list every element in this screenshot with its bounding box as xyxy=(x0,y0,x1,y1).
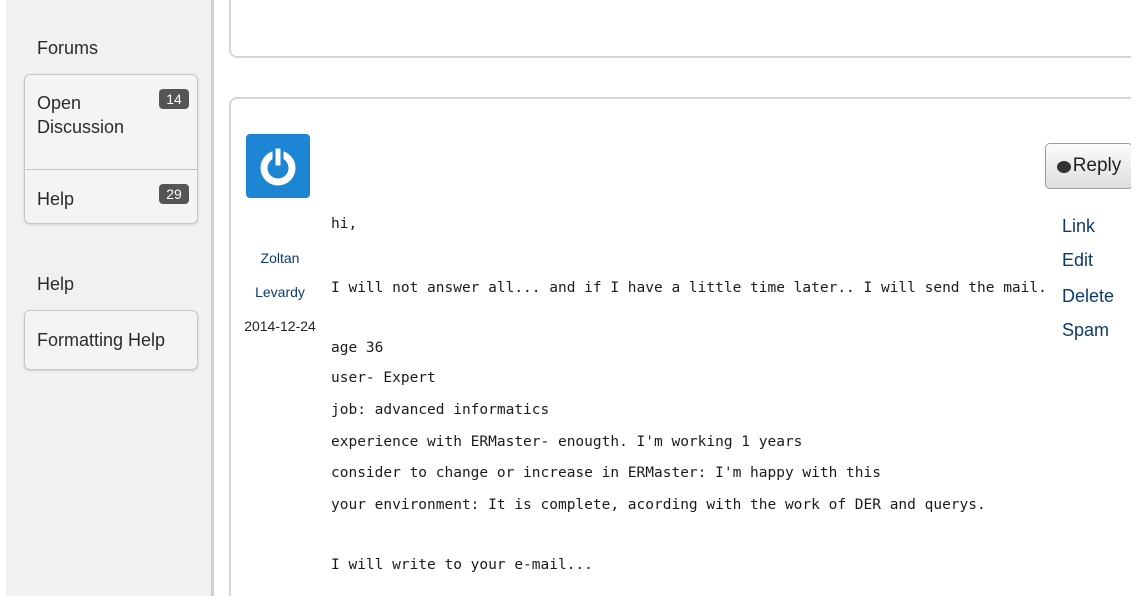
post-body-line: your environment: It is complete, acordi… xyxy=(331,497,986,513)
post-body-line: I will not answer all... and if I have a… xyxy=(331,280,1047,296)
link-action[interactable]: Link xyxy=(1062,216,1095,237)
edit-action[interactable]: Edit xyxy=(1062,250,1093,271)
power-icon xyxy=(260,145,296,186)
speech-bubble-icon xyxy=(1056,161,1071,173)
forums-heading: Forums xyxy=(37,38,99,58)
post-body-line: job: advanced informatics xyxy=(331,402,550,418)
app-frame: Forums Open Discussion 14 Help 29 Help F… xyxy=(6,0,1131,596)
forums-list: Open Discussion 14 Help 29 xyxy=(24,74,198,224)
count-badge: 14 xyxy=(159,89,189,109)
help-heading: Help xyxy=(37,274,75,294)
help-list: Formatting Help xyxy=(24,310,198,370)
sidebar: Forums Open Discussion 14 Help 29 Help F… xyxy=(6,0,214,596)
author-first-name[interactable]: Zoltan xyxy=(241,250,319,266)
forum-item-help[interactable]: Help 29 xyxy=(25,169,197,223)
spam-action[interactable]: Spam xyxy=(1062,320,1109,341)
author-last-name[interactable]: Levardy xyxy=(241,284,319,300)
forum-item-label: Help xyxy=(37,189,75,209)
post-body-line: experience with ERMaster- enougth. I'm w… xyxy=(331,434,803,450)
post-body-line: age 36 xyxy=(331,340,384,356)
post-date: 2014-12-24 xyxy=(244,318,316,334)
post-body-line: I will write to your e-mail... xyxy=(331,557,593,573)
help-item-formatting[interactable]: Formatting Help xyxy=(25,311,197,369)
help-item-label: Formatting Help xyxy=(37,330,166,350)
reply-label: Reply xyxy=(1072,155,1122,176)
post-body-line: user- Expert xyxy=(331,370,436,386)
delete-action[interactable]: Delete xyxy=(1062,286,1114,307)
post-body-line: hi, xyxy=(331,216,358,232)
main-content: Zoltan Levardy 2014-12-24 hi, I will not… xyxy=(214,0,1131,596)
forum-item-open-discussion[interactable]: Open Discussion 14 xyxy=(25,75,197,169)
reply-button[interactable]: Reply xyxy=(1045,143,1131,189)
count-badge: 29 xyxy=(159,184,189,204)
avatar[interactable] xyxy=(246,134,310,198)
previous-post-panel xyxy=(229,0,1131,58)
forum-item-label-line2: Discussion xyxy=(37,117,125,137)
post-body-line: consider to change or increase in ERMast… xyxy=(331,465,881,481)
